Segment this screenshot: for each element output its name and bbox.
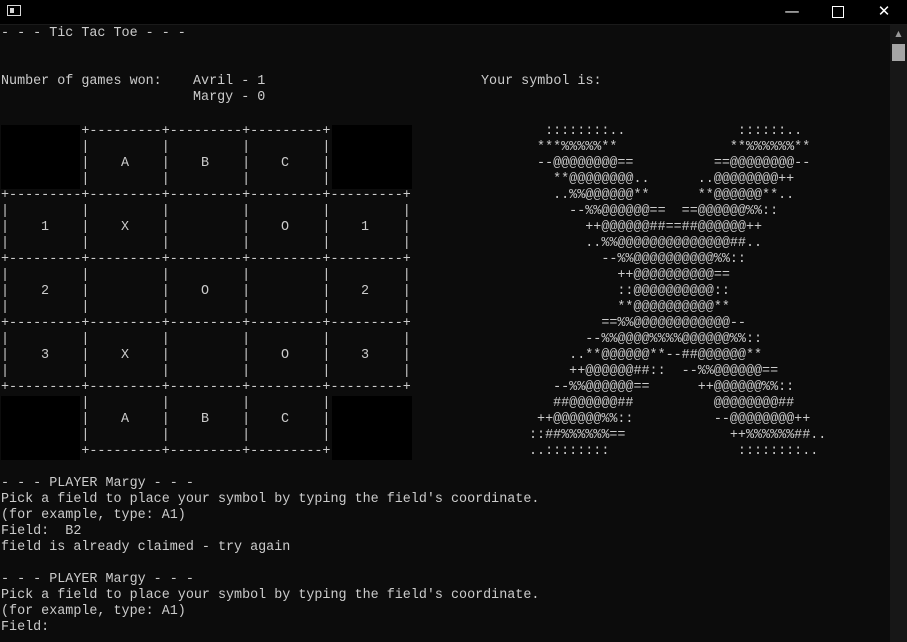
console-output: - - - Tic Tac Toe - - - Number of games …: [0, 25, 890, 642]
board-corner-top-right: [332, 125, 412, 189]
row-label-2-right: 2: [361, 284, 370, 299]
row-label-3: 3: [41, 348, 50, 363]
row-label-1: 1: [41, 220, 50, 235]
cell-c1: O: [281, 220, 290, 235]
score-avril: Avril - 1: [193, 74, 266, 89]
example-line: (for example, type: A1): [1, 508, 186, 523]
error-message: field is already claimed - try again: [1, 540, 291, 555]
row-label-3-right: 3: [361, 348, 370, 363]
board-corner-bottom-left: [1, 396, 80, 460]
column-footer-b: B: [201, 412, 210, 427]
column-footer-c: C: [281, 412, 290, 427]
game-header: - - - Tic Tac Toe - - -: [1, 26, 186, 41]
your-symbol-label: Your symbol is:: [481, 74, 602, 89]
field-prompt-input[interactable]: Field:: [1, 620, 49, 636]
player-turn-header: - - - PLAYER Margy - - -: [1, 476, 194, 491]
board-corner-bottom-right: [332, 396, 412, 460]
cell-c3: O: [281, 348, 290, 363]
column-header-a: A: [121, 156, 130, 171]
console-app-icon: [7, 5, 21, 16]
row-label-2: 2: [41, 284, 50, 299]
cell-a1: X: [121, 220, 130, 235]
close-button[interactable]: ✕: [861, 0, 907, 24]
field-entry: Field: B2: [1, 524, 82, 539]
minimize-button[interactable]: —: [769, 0, 815, 24]
maximize-icon: [832, 6, 844, 18]
column-header-c: C: [281, 156, 290, 171]
vertical-scrollbar[interactable]: ▲: [890, 25, 907, 642]
scroll-up-arrow-icon[interactable]: ▲: [890, 25, 907, 42]
example-line-2: (for example, type: A1): [1, 604, 186, 619]
player-symbol-x-art: ::::::::.. ::::::.. ***%%%%%** **%%%%%%*…: [529, 124, 827, 459]
title-bar: — ✕: [0, 0, 907, 25]
row-label-1-right: 1: [361, 220, 370, 235]
cell-a3: X: [121, 348, 130, 363]
maximize-button[interactable]: [815, 0, 861, 24]
column-header-b: B: [201, 156, 210, 171]
score-margy: Margy - 0: [193, 90, 266, 105]
scroll-thumb[interactable]: [892, 44, 905, 61]
instruction-line: Pick a field to place your symbol by typ…: [1, 492, 540, 507]
board-corner-top-left: [1, 125, 80, 189]
instruction-line-2: Pick a field to place your symbol by typ…: [1, 588, 540, 603]
column-footer-a: A: [121, 412, 130, 427]
games-won-label: Number of games won:: [1, 74, 162, 89]
cell-b2: O: [201, 284, 210, 299]
player-turn-header-2: - - - PLAYER Margy - - -: [1, 572, 194, 587]
